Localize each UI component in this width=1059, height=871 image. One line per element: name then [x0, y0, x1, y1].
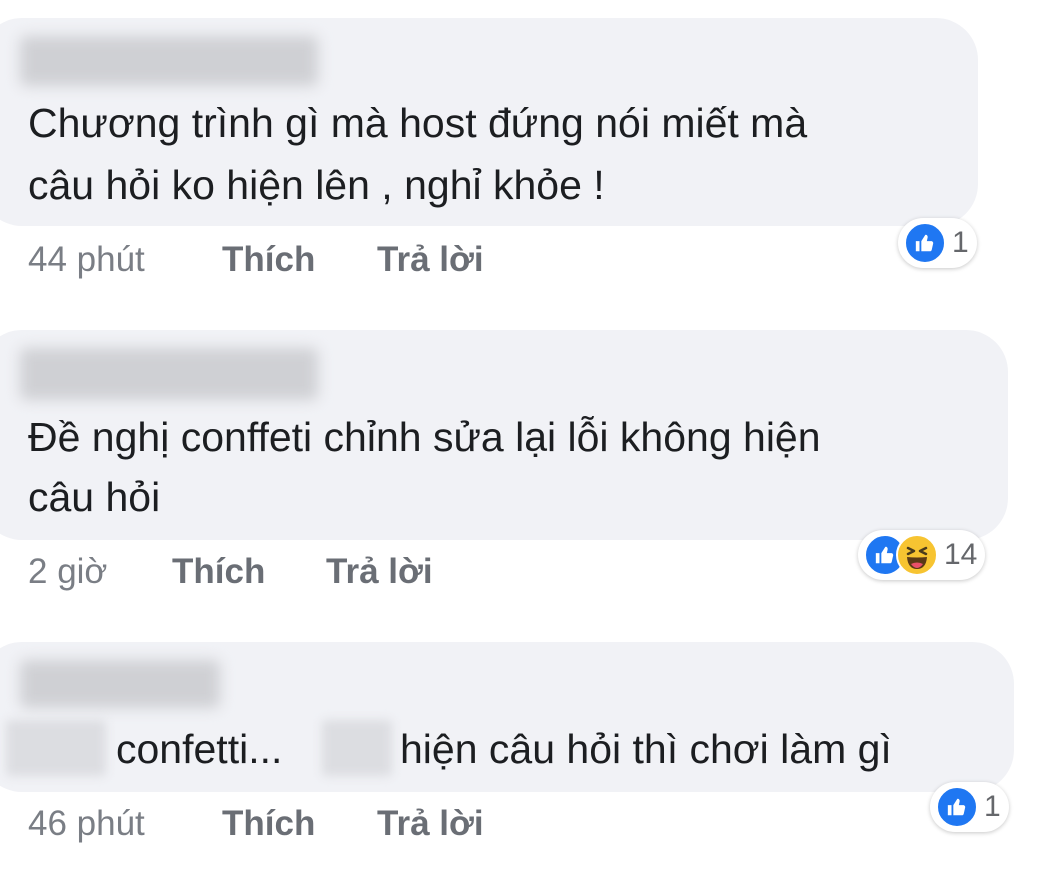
redacted-word [322, 720, 392, 776]
reaction-count: 1 [952, 226, 969, 259]
comment-timestamp[interactable]: 2 giờ [28, 552, 107, 592]
like-link[interactable]: Thích [222, 804, 315, 844]
reaction-summary[interactable]: 14 [858, 530, 986, 580]
comment-text-line-1: Chương trình gì mà host đứng nói miết mà [28, 100, 808, 146]
reply-link[interactable]: Trả lời [326, 552, 433, 592]
commenter-name-blurred[interactable] [20, 660, 220, 708]
comment-text-line-1: Đề nghị conffeti chỉnh sửa lại lỗi không… [28, 414, 821, 460]
haha-icon [896, 534, 938, 576]
comment-text-line-2: câu hỏi [28, 474, 161, 520]
reaction-count: 1 [984, 790, 1001, 823]
reaction-summary[interactable]: 1 [930, 782, 1009, 832]
commenter-name-blurred[interactable] [20, 348, 318, 400]
comment-text-part-1: confetti... [116, 726, 283, 772]
like-icon [904, 222, 946, 264]
reaction-summary[interactable]: 1 [898, 218, 977, 268]
like-link[interactable]: Thích [172, 552, 265, 592]
like-link[interactable]: Thích [222, 240, 315, 280]
comment-timestamp[interactable]: 46 phút [28, 804, 145, 844]
reaction-count: 14 [944, 538, 978, 571]
comment-text-line-2: câu hỏi ko hiện lên , nghỉ khỏe ! [28, 162, 605, 208]
redacted-word [6, 720, 106, 776]
like-icon [936, 786, 978, 828]
reply-link[interactable]: Trả lời [377, 240, 484, 280]
comment-text-part-2: hiện câu hỏi thì chơi làm gì [400, 726, 892, 772]
reply-link[interactable]: Trả lời [377, 804, 484, 844]
commenter-name-blurred[interactable] [20, 36, 318, 86]
comment-timestamp[interactable]: 44 phút [28, 240, 145, 280]
